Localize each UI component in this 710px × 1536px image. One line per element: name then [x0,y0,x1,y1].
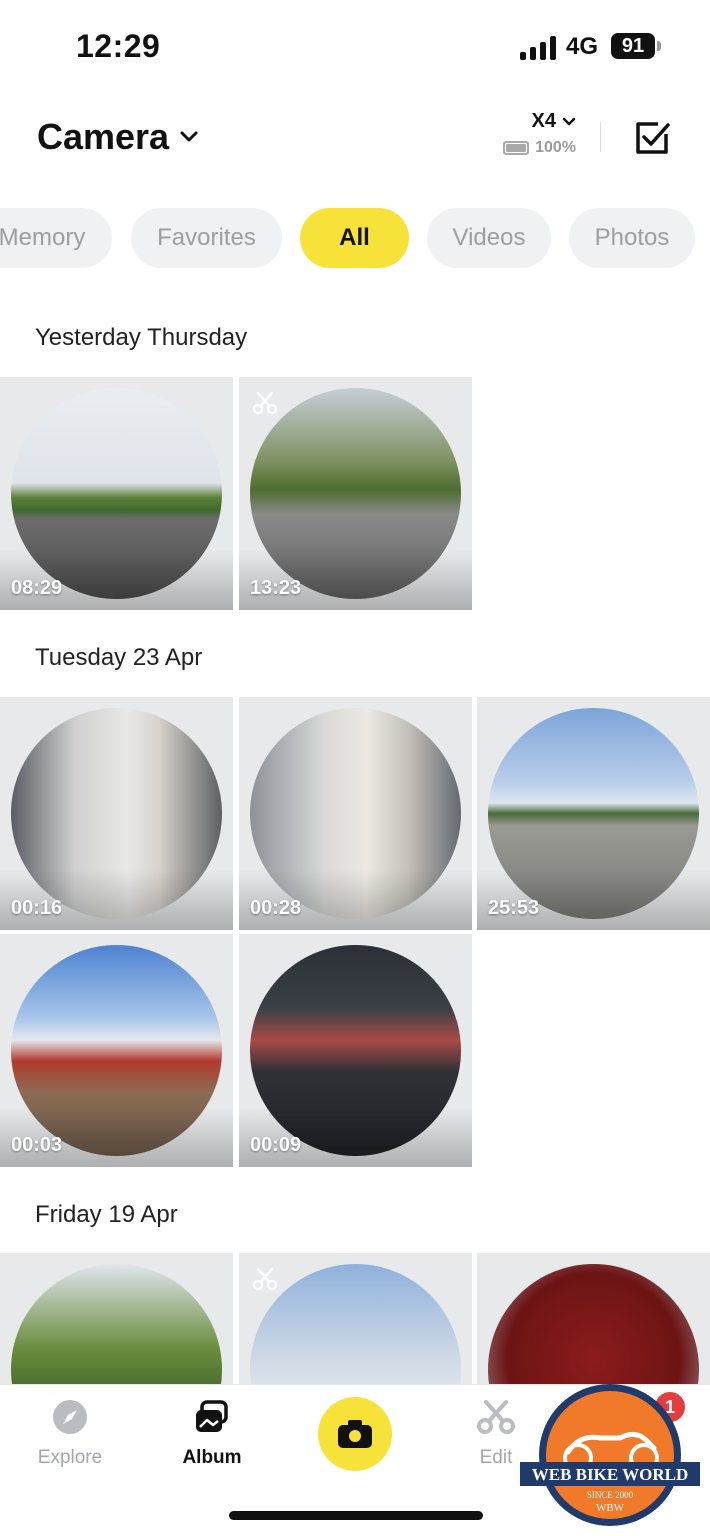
media-thumbnail[interactable]: 00:16 [0,697,233,930]
cellular-signal-icon [520,36,556,60]
scissors-icon [252,1267,278,1291]
album-icon [196,1400,228,1432]
chip-favorites[interactable]: Favorites [131,208,282,268]
filter-chips: Memory Favorites All Videos Photos [0,208,710,270]
tab-album[interactable]: Album [162,1397,262,1469]
media-thumbnail[interactable]: 25:53 [477,697,710,930]
chip-memory[interactable]: Memory [0,208,112,268]
chip-videos[interactable]: Videos [427,208,551,268]
media-thumbnail[interactable]: 00:28 [239,697,472,930]
tab-album-label: Album [182,1447,242,1468]
media-thumbnail[interactable]: 13:23 [239,377,472,610]
section-title: Friday 19 Apr [35,1201,178,1228]
tab-edit-label: Edit [479,1447,513,1468]
video-duration: 25:53 [488,897,540,919]
media-thumbnail[interactable]: 00:03 [0,934,233,1167]
status-time: 12:29 [76,28,161,64]
logo-title: WEB BIKE WORLD [532,1465,689,1484]
device-name: X4 [531,110,556,132]
logo-initials: WBW [596,1502,625,1514]
tab-explore-label: Explore [37,1447,103,1468]
device-battery-level: 100% [535,139,576,156]
media-thumbnail[interactable]: 08:29 [0,377,233,610]
tab-explore[interactable]: Explore [20,1397,120,1469]
section-title: Tuesday 23 Apr [35,644,203,671]
chip-all[interactable]: All [300,208,409,268]
home-indicator[interactable] [229,1511,483,1520]
chip-photos[interactable]: Photos [569,208,695,268]
capture-button[interactable] [318,1397,392,1471]
web-bike-world-logo: WEB BIKE WORLD SINCE 2000 WBW [520,1384,700,1526]
select-checkbox-icon[interactable] [632,118,672,158]
header: Camera X4 100% [0,100,710,180]
video-duration: 00:16 [11,897,63,919]
section-title: Yesterday Thursday [35,324,248,351]
network-type: 4G [566,33,599,60]
camera-icon [338,1420,372,1448]
scissors-icon [477,1400,515,1434]
camera-selector[interactable]: Camera [37,116,199,158]
status-bar: 12:29 4G 91 [0,0,710,90]
battery-indicator: 91 [611,33,661,59]
logo-since: SINCE 2000 [587,1490,634,1500]
compass-icon [53,1400,87,1434]
chevron-down-icon [180,131,198,142]
device-switcher[interactable]: X4 100% [494,110,576,157]
header-divider [600,122,601,152]
video-duration: 00:28 [250,897,302,919]
video-duration: 13:23 [250,577,302,599]
media-thumbnail[interactable]: 00:09 [239,934,472,1167]
device-battery-icon [503,141,530,155]
page-title: Camera [37,116,170,157]
video-duration: 00:03 [11,1134,63,1156]
scissors-icon [252,391,278,415]
video-duration: 08:29 [11,577,63,599]
video-duration: 00:09 [250,1134,302,1156]
chevron-down-icon [562,117,576,125]
